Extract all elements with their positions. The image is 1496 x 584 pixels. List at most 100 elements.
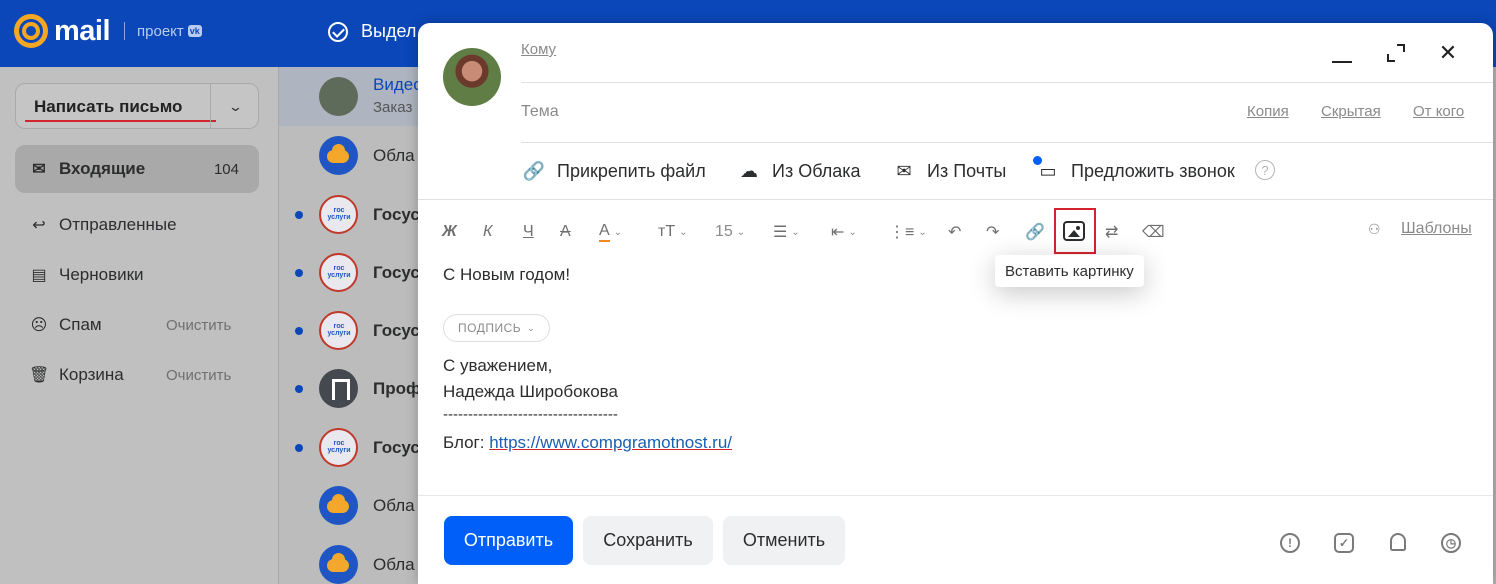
- bcc-link[interactable]: Скрытая: [1321, 103, 1381, 120]
- list-item[interactable]: Обла: [279, 126, 419, 185]
- cc-link[interactable]: Копия: [1247, 103, 1289, 120]
- sidebar-item-spam[interactable]: ☹ Спам Очистить: [15, 301, 259, 349]
- list-button[interactable]: ⋮≡ ⌄: [889, 221, 927, 243]
- compose-button-label: Написать письмо: [34, 97, 183, 116]
- save-button[interactable]: Сохранить: [583, 516, 713, 565]
- text-color-icon: А: [599, 222, 610, 242]
- unread-dot: [295, 268, 303, 277]
- help-icon[interactable]: ?: [1255, 160, 1275, 180]
- importance-icon[interactable]: !: [1280, 533, 1300, 553]
- from-link[interactable]: От кого: [1413, 103, 1464, 120]
- unread-dot: [295, 210, 303, 219]
- read-receipt-icon[interactable]: ✓: [1334, 533, 1354, 553]
- list-item[interactable]: Гос ус: [279, 243, 420, 302]
- from-mail-button[interactable]: ✉ Из Почты: [893, 160, 1006, 182]
- indent-icon: ⇤: [831, 224, 845, 241]
- to-divider: [521, 82, 1493, 83]
- compose-dialog: Кому ✕ Тема Копия Скрытая От кого 🔗 Прик…: [418, 23, 1493, 584]
- bold-button[interactable]: Ж: [442, 221, 457, 243]
- compose-button[interactable]: Написать письмо ⌄: [15, 83, 259, 129]
- message-body-greeting[interactable]: С Новым годом!: [443, 265, 570, 285]
- sender-name: Госус: [373, 204, 420, 224]
- from-cloud-button[interactable]: ☁ Из Облака: [738, 160, 861, 182]
- video-call-icon: ▭: [1033, 156, 1059, 182]
- list-item[interactable]: Обла: [279, 535, 419, 584]
- sidebar-item-sent[interactable]: ↩ Отправленные: [15, 201, 259, 249]
- gosuslugi-avatar-icon: [319, 428, 358, 467]
- list-item[interactable]: Гос ус: [279, 418, 420, 477]
- chevron-down-icon: ⌄: [613, 226, 623, 238]
- envelope-icon: ✉: [896, 160, 912, 181]
- avatar: [319, 77, 358, 116]
- redo-icon[interactable]: ↷: [986, 221, 999, 243]
- subject-divider: [521, 142, 1493, 143]
- sender-name: Госус: [373, 262, 420, 282]
- from-mail-label: Из Почты: [927, 160, 1007, 181]
- font-size-icon-button[interactable]: тT ⌄: [658, 221, 688, 243]
- clear-trash-link[interactable]: Очистить: [166, 367, 231, 384]
- font-size-select[interactable]: 15 ⌄: [715, 221, 745, 243]
- signature-line-2: Надежда Широбокова: [443, 382, 618, 401]
- sidebar-item-inbox[interactable]: ✉ Входящие 104: [15, 145, 259, 193]
- sidebar-item-label: Входящие: [59, 159, 146, 178]
- indent-button[interactable]: ⇤ ⌄: [831, 221, 857, 243]
- close-icon[interactable]: ✕: [1436, 40, 1460, 65]
- translate-icon[interactable]: ⇄: [1105, 221, 1118, 243]
- propose-call-button[interactable]: ▭ Предложить звонок: [1033, 156, 1235, 182]
- minimize-button[interactable]: [1330, 41, 1354, 65]
- chevron-down-icon: ⌄: [527, 322, 536, 333]
- schedule-clock-icon[interactable]: ◷: [1441, 533, 1461, 553]
- sender-name: Госус: [373, 320, 420, 340]
- italic-button[interactable]: К: [483, 221, 492, 243]
- inbox-count: 104: [213, 160, 239, 178]
- signature-line-1: С уважением,: [443, 356, 553, 375]
- sidebar-item-drafts[interactable]: ▤ Черновики: [15, 251, 259, 299]
- attach-divider: [418, 199, 1493, 200]
- clear-spam-link[interactable]: Очистить: [166, 317, 231, 334]
- expand-icon[interactable]: [1384, 41, 1408, 65]
- insert-image-tooltip: Вставить картинку: [995, 255, 1144, 287]
- gosuslugi-avatar-icon: [319, 253, 358, 292]
- strike-button[interactable]: А: [560, 221, 571, 243]
- signature-divider: -----------------------------------: [443, 406, 618, 423]
- link-icon[interactable]: 🔗: [1025, 221, 1045, 243]
- eraser-icon[interactable]: ⌫: [1142, 221, 1165, 243]
- list-item[interactable]: Гос ус: [279, 185, 420, 244]
- from-cloud-label: Из Облака: [772, 160, 861, 181]
- subject-input[interactable]: Тема: [521, 103, 559, 121]
- undo-icon[interactable]: ↶: [948, 221, 961, 243]
- signature-label: ПОДПИСЬ: [458, 321, 522, 335]
- reminder-bell-icon[interactable]: [1390, 533, 1406, 551]
- attach-file-label: Прикрепить файл: [557, 160, 706, 181]
- blog-link[interactable]: https://www.compgramotnost.ru/: [489, 433, 732, 452]
- sidebar-item-label: Черновики: [59, 265, 144, 284]
- message-subject: Заказ: [373, 99, 413, 116]
- signature-select[interactable]: ПОДПИСЬ ⌄: [443, 314, 551, 342]
- list-item[interactable]: Гос ус: [279, 301, 420, 360]
- blog-label: Блог:: [443, 433, 485, 452]
- templates-link[interactable]: Шаблоны: [1401, 220, 1472, 238]
- align-button[interactable]: ☰ ⌄: [773, 221, 800, 243]
- select-all-button[interactable]: Выдел: [328, 21, 416, 42]
- chevron-down-icon[interactable]: ⌄: [228, 99, 243, 115]
- send-button[interactable]: Отправить: [444, 516, 573, 565]
- prof-avatar-icon: [319, 369, 358, 408]
- list-item[interactable]: Обла: [279, 476, 419, 535]
- logo-text: mail: [54, 14, 111, 47]
- cancel-button[interactable]: Отменить: [723, 516, 845, 565]
- mail-logo[interactable]: mail проект vk: [14, 14, 202, 48]
- attach-file-button[interactable]: 🔗 Прикрепить файл: [523, 160, 706, 182]
- new-dot: [1033, 156, 1042, 165]
- list-item[interactable]: Проф: [279, 359, 421, 418]
- sender-name: Видео: [373, 75, 423, 94]
- sender-name: Обла: [373, 145, 415, 165]
- sidebar-item-trash[interactable]: 🗑 Корзина Очистить: [15, 351, 259, 399]
- blog-line: Блог: https://www.compgramotnost.ru/: [443, 433, 732, 453]
- compose-divider: [210, 84, 211, 128]
- underline-button[interactable]: Ч: [523, 221, 534, 243]
- text-color-button[interactable]: А ⌄: [599, 221, 622, 243]
- image-icon[interactable]: [1063, 221, 1085, 241]
- list-item[interactable]: Видео Заказ: [279, 67, 423, 126]
- to-field[interactable]: Кому: [521, 41, 556, 58]
- select-all-label: Выдел: [361, 21, 417, 41]
